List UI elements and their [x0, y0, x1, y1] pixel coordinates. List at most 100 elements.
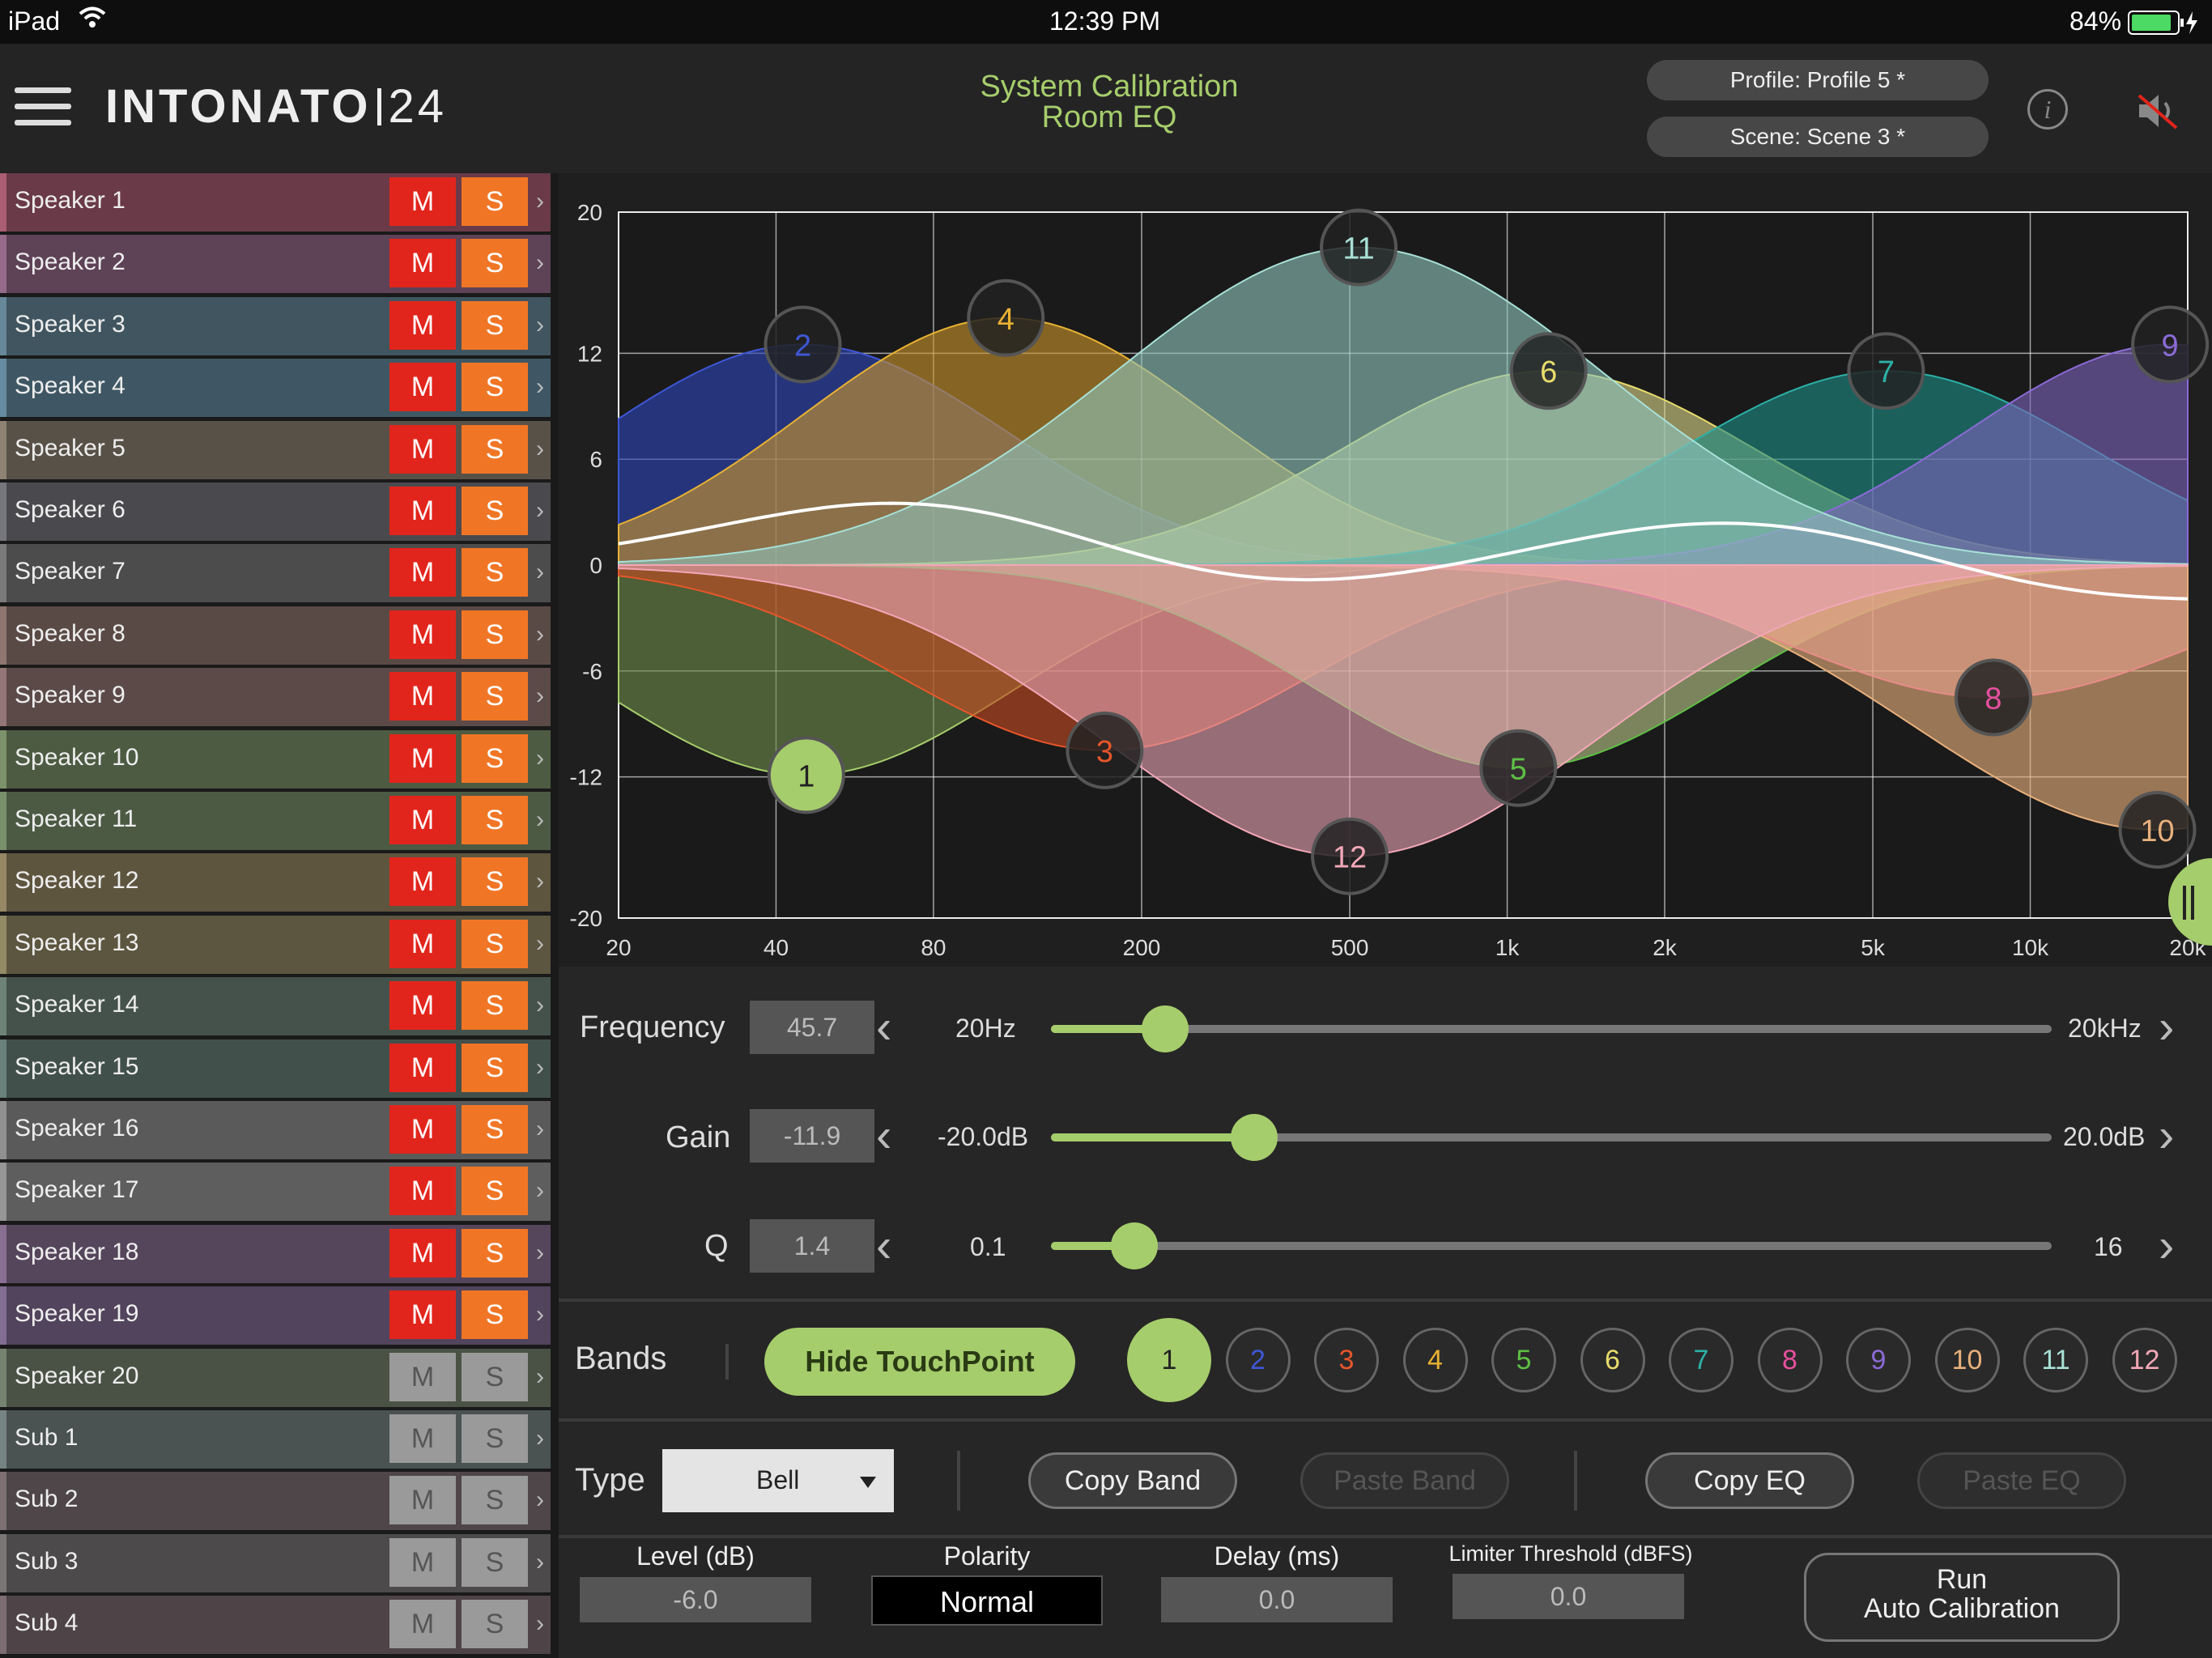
speaker-row[interactable]: Sub 4 M S › [0, 1596, 551, 1655]
band-button-9[interactable]: 9 [1846, 1328, 1911, 1392]
solo-button[interactable]: S [462, 363, 528, 412]
solo-button[interactable]: S [462, 796, 528, 844]
hamburger-menu-icon[interactable] [15, 87, 71, 128]
mute-button[interactable]: M [389, 1414, 456, 1463]
band-button-4[interactable]: 4 [1402, 1328, 1468, 1392]
frequency-slider-thumb[interactable] [1141, 1005, 1189, 1052]
mute-button[interactable]: M [389, 919, 456, 968]
mute-button[interactable]: M [389, 1167, 456, 1216]
frequency-decrease-chevron-left-icon[interactable]: ‹ [876, 1004, 891, 1051]
speaker-row[interactable]: Speaker 2 M S › [0, 235, 551, 294]
chevron-right-icon[interactable]: › [536, 249, 544, 277]
solo-button[interactable]: S [462, 548, 528, 597]
gain-decrease-chevron-left-icon[interactable]: ‹ [876, 1112, 891, 1159]
speaker-row[interactable]: Speaker 10 M S › [0, 729, 551, 789]
solo-button[interactable]: S [462, 610, 528, 659]
delay-field[interactable]: 0.0 [1161, 1577, 1393, 1622]
q-increase-chevron-right-icon[interactable]: › [2159, 1222, 2174, 1269]
speaker-row[interactable]: Speaker 11 M S › [0, 792, 551, 850]
mute-button[interactable]: M [389, 424, 456, 474]
mute-button[interactable]: M [389, 239, 456, 288]
chevron-right-icon[interactable]: › [536, 1363, 544, 1391]
band-handle-1[interactable]: 1 [767, 736, 845, 814]
solo-button[interactable]: S [462, 1167, 528, 1216]
band-handle-9[interactable]: 9 [2131, 305, 2210, 384]
chevron-right-icon[interactable]: › [536, 1116, 544, 1143]
solo-button[interactable]: S [462, 177, 528, 226]
mute-button[interactable]: M [389, 363, 456, 412]
band-handle-8[interactable]: 8 [1954, 658, 2032, 737]
solo-button[interactable]: S [462, 424, 528, 474]
mute-button[interactable]: M [389, 548, 456, 597]
chevron-right-icon[interactable]: › [536, 868, 544, 895]
speaker-row[interactable]: Speaker 5 M S › [0, 420, 551, 479]
mute-button[interactable]: M [389, 1290, 456, 1340]
chevron-right-icon[interactable]: › [536, 559, 544, 586]
chevron-right-icon[interactable]: › [536, 1610, 544, 1638]
chevron-right-icon[interactable]: › [536, 1425, 544, 1452]
band-handle-6[interactable]: 6 [1509, 332, 1588, 410]
solo-button[interactable]: S [462, 733, 528, 783]
solo-button[interactable]: S [462, 239, 528, 288]
chevron-right-icon[interactable]: › [536, 930, 544, 958]
polarity-selector[interactable]: Normal [871, 1575, 1103, 1626]
chevron-right-icon[interactable]: › [536, 992, 544, 1019]
band-handle-10[interactable]: 10 [2118, 791, 2197, 869]
chevron-right-icon[interactable]: › [536, 621, 544, 648]
solo-button[interactable]: S [462, 1352, 528, 1401]
paste-band-button[interactable]: Paste Band [1300, 1452, 1509, 1509]
band-button-3[interactable]: 3 [1314, 1328, 1379, 1392]
speaker-row[interactable]: Speaker 13 M S › [0, 915, 551, 974]
chevron-right-icon[interactable]: › [536, 682, 544, 710]
frequency-value-field[interactable]: 45.7 [750, 1001, 874, 1054]
solo-button[interactable]: S [462, 487, 528, 535]
profile-selector[interactable]: Profile: Profile 5 * [1647, 60, 1989, 100]
speaker-row[interactable]: Speaker 17 M S › [0, 1163, 551, 1222]
speaker-row[interactable]: Speaker 16 M S › [0, 1101, 551, 1159]
solo-button[interactable]: S [462, 1105, 528, 1154]
mute-button[interactable]: M [389, 1228, 456, 1278]
solo-button[interactable]: S [462, 672, 528, 721]
speaker-row[interactable]: Speaker 7 M S › [0, 544, 551, 603]
q-slider-thumb[interactable] [1110, 1222, 1158, 1269]
type-dropdown[interactable]: Bell [662, 1449, 894, 1512]
scene-selector[interactable]: Scene: Scene 3 * [1647, 117, 1989, 157]
solo-button[interactable]: S [462, 1043, 528, 1092]
chevron-right-icon[interactable]: › [536, 312, 544, 339]
solo-button[interactable]: S [462, 300, 528, 350]
info-icon[interactable]: i [2027, 89, 2068, 130]
mute-button[interactable]: M [389, 177, 456, 226]
gain-value-field[interactable]: -11.9 [750, 1109, 874, 1163]
speaker-row[interactable]: Speaker 4 M S › [0, 359, 551, 418]
solo-button[interactable]: S [462, 1414, 528, 1463]
solo-button[interactable]: S [462, 1290, 528, 1340]
mute-button[interactable]: M [389, 857, 456, 907]
band-handle-3[interactable]: 3 [1066, 711, 1144, 789]
mute-button[interactable]: M [389, 981, 456, 1031]
frequency-increase-chevron-right-icon[interactable]: › [2159, 1004, 2174, 1051]
band-button-2[interactable]: 2 [1225, 1328, 1291, 1392]
speaker-row[interactable]: Sub 1 M S › [0, 1410, 551, 1469]
eq-graph[interactable]: 20 12 6 0 -6 -12 -20 20 40 80 200 500 1k 2k 5k 10k 20k 1 2… [559, 173, 2212, 967]
solo-button[interactable]: S [462, 1476, 528, 1525]
band-handle-11[interactable]: 11 [1320, 208, 1398, 287]
band-button-8[interactable]: 8 [1757, 1328, 1823, 1392]
chevron-right-icon[interactable]: › [536, 436, 544, 463]
band-button-1[interactable]: 1 [1127, 1318, 1211, 1402]
solo-button[interactable]: S [462, 981, 528, 1031]
speaker-row[interactable]: Speaker 12 M S › [0, 853, 551, 912]
mute-button[interactable]: M [389, 1043, 456, 1092]
speaker-row[interactable]: Speaker 9 M S › [0, 668, 551, 727]
band-handle-5[interactable]: 5 [1479, 729, 1558, 807]
mute-button[interactable]: M [389, 1105, 456, 1154]
mute-button[interactable]: M [389, 1352, 456, 1401]
mute-button[interactable]: M [389, 672, 456, 721]
band-handle-12[interactable]: 12 [1311, 817, 1389, 895]
solo-button[interactable]: S [462, 1600, 528, 1649]
level-field[interactable]: -6.0 [580, 1577, 811, 1622]
mute-button[interactable]: M [389, 610, 456, 659]
band-handle-7[interactable]: 7 [1847, 332, 1925, 410]
chevron-right-icon[interactable]: › [536, 745, 544, 772]
eq-graph-svg[interactable]: 201260-6-12-2020 40 80 200 500 1k 2k 5k 10k 20k12… [559, 173, 2212, 967]
mute-button[interactable]: M [389, 1600, 456, 1649]
